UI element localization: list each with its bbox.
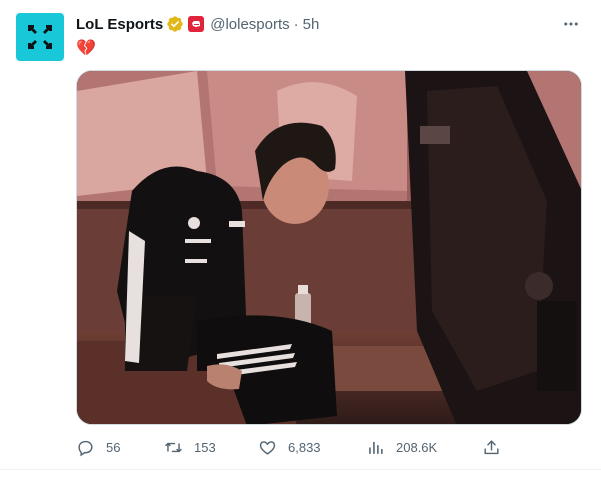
- share-button[interactable]: [482, 436, 512, 458]
- retweet-button[interactable]: 153: [164, 436, 216, 458]
- like-button[interactable]: 6,833: [258, 436, 321, 458]
- like-count: 6,833: [288, 439, 321, 455]
- photo-scene: [77, 71, 581, 424]
- views-button[interactable]: 208.6K: [366, 436, 437, 458]
- author-name[interactable]: LoL Esports: [76, 16, 163, 33]
- views-chart-icon: [369, 441, 383, 454]
- more-options-icon[interactable]: [561, 14, 581, 34]
- tweet-photo[interactable]: [76, 70, 582, 425]
- author-handle[interactable]: @lolesports: [210, 16, 289, 33]
- reply-button[interactable]: 56: [76, 436, 120, 458]
- tweet-timestamp[interactable]: 5h: [303, 16, 320, 33]
- riot-fist-badge-icon[interactable]: [188, 16, 205, 32]
- avatar[interactable]: [16, 13, 64, 61]
- tweet-header: LoL Esports @lolesports · 5h: [76, 13, 319, 35]
- tweet-card[interactable]: LoL Esports @lolesports · 5h 💔 56 153 6,…: [0, 0, 601, 479]
- tweet-actions: 56 153 6,833 208.6K: [76, 436, 506, 458]
- verified-badge-icon: [166, 15, 184, 33]
- retweet-icon: [165, 442, 182, 452]
- reply-icon: [78, 440, 93, 456]
- share-icon: [484, 439, 499, 454]
- views-count: 208.6K: [396, 439, 438, 455]
- heart-icon: [259, 440, 276, 455]
- retweet-count: 153: [194, 439, 216, 455]
- lol-esports-logo-icon: [28, 25, 52, 49]
- tweet-text: 💔: [76, 40, 96, 57]
- divider: [0, 469, 601, 470]
- reply-count: 56: [106, 439, 121, 455]
- header-separator: ·: [293, 15, 299, 33]
